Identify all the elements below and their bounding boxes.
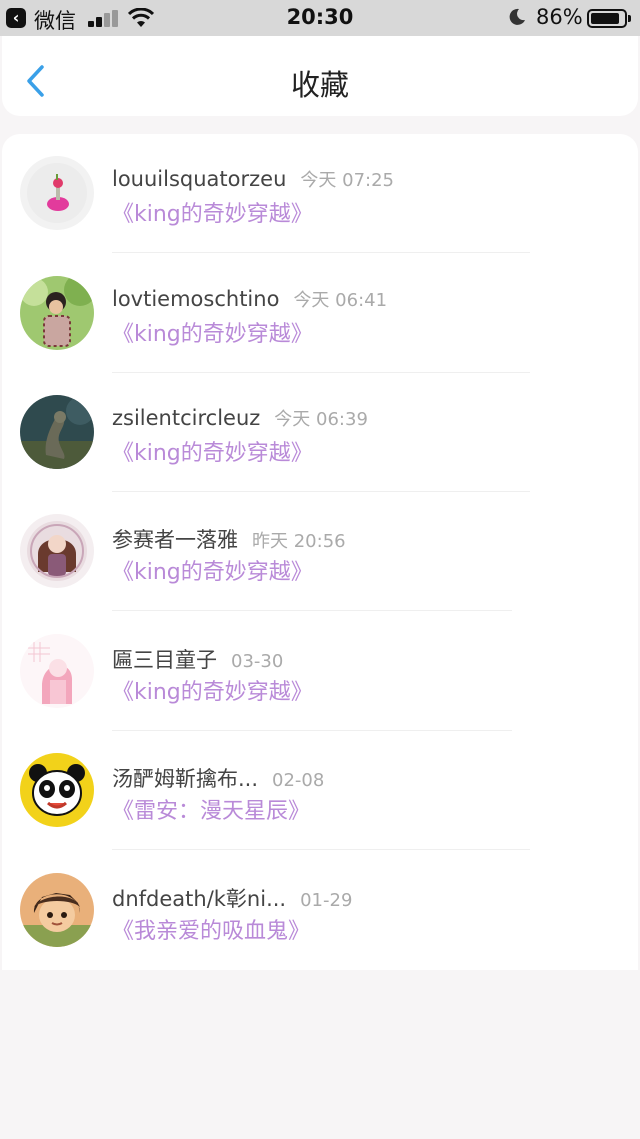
book-title-link[interactable]: 《king的奇妙穿越》	[112, 554, 313, 586]
list-item[interactable]: louuilsquatorzeu 今天 07:25 《king的奇妙穿越》	[2, 134, 638, 254]
book-title-link[interactable]: 《king的奇妙穿越》	[112, 435, 313, 467]
timestamp: 03-30	[231, 651, 284, 672]
timestamp: 01-29	[300, 890, 353, 911]
book-title-link[interactable]: 《king的奇妙穿越》	[112, 316, 313, 348]
battery-icon	[587, 9, 631, 28]
timestamp: 今天 06:39	[274, 409, 368, 430]
book-title-link[interactable]: 《king的奇妙穿越》	[112, 196, 313, 228]
timestamp: 今天 06:41	[293, 290, 388, 311]
avatar[interactable]	[20, 395, 94, 469]
page-title: 收藏	[290, 68, 349, 102]
list-item[interactable]: lovtiemoschtino 今天 06:41 《king的奇妙穿越》	[2, 254, 638, 374]
username[interactable]: dnfdeath/k彰ni...	[112, 887, 286, 911]
username[interactable]: louuilsquatorzeu	[112, 167, 286, 191]
book-title-link[interactable]: 《king的奇妙穿越》	[112, 674, 313, 706]
username[interactable]: zsilentcircleuz	[112, 406, 260, 430]
username[interactable]: 匾三目童子	[112, 648, 217, 672]
do-not-disturb-moon-icon	[509, 8, 525, 25]
list-item[interactable]: dnfdeath/k彰ni... 01-29 《我亲爱的吸血鬼》	[2, 851, 638, 971]
book-title-link[interactable]: 《我亲爱的吸血鬼》	[112, 913, 310, 945]
username[interactable]: lovtiemoschtino	[112, 287, 279, 311]
navigation-bar: 收藏	[2, 36, 638, 116]
divider	[112, 252, 530, 253]
favorites-list: louuilsquatorzeu 今天 07:25 《king的奇妙穿越》 lov…	[2, 134, 638, 970]
list-item[interactable]: 汤酽姆靳擒布... 02-08 《雷安：漫天星辰》	[2, 731, 638, 851]
username[interactable]: 汤酽姆靳擒布...	[112, 767, 258, 791]
status-bar: ‹ 微信 20:30 86%	[0, 0, 640, 36]
avatar[interactable]	[20, 753, 94, 827]
username[interactable]: 参赛者一落雅	[112, 528, 238, 552]
avatar[interactable]	[20, 514, 94, 588]
battery-percent: 86%	[536, 5, 583, 29]
timestamp: 今天 07:25	[300, 170, 394, 191]
avatar[interactable]	[20, 276, 94, 350]
timestamp: 昨天 20:56	[252, 531, 346, 552]
avatar[interactable]	[20, 156, 94, 230]
list-item[interactable]: 参赛者一落雅 昨天 20:56 《king的奇妙穿越》	[2, 492, 638, 612]
list-item[interactable]: 匾三目童子 03-30 《king的奇妙穿越》	[2, 612, 638, 732]
divider	[112, 610, 512, 611]
timestamp: 02-08	[272, 770, 325, 791]
list-item[interactable]: zsilentcircleuz 今天 06:39 《king的奇妙穿越》	[2, 373, 638, 493]
avatar[interactable]	[20, 873, 94, 947]
divider	[112, 849, 530, 850]
book-title-link[interactable]: 《雷安：漫天星辰》	[112, 793, 310, 825]
avatar[interactable]	[20, 634, 94, 708]
